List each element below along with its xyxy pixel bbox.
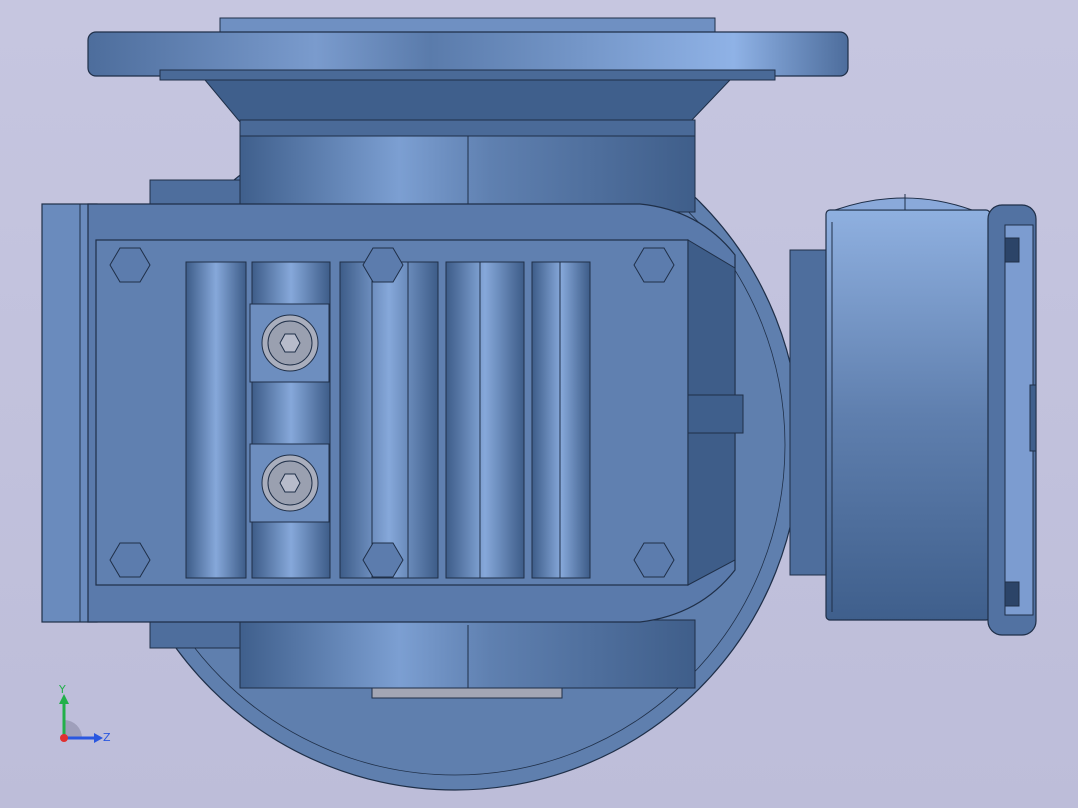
terminal-box-cap	[834, 197, 973, 211]
flange-neck	[203, 79, 732, 123]
flange-lip	[159, 69, 776, 81]
gearbox-model[interactable]	[0, 0, 1078, 808]
shaft-stub	[687, 394, 744, 434]
orientation-triad: Y Z	[40, 680, 130, 760]
motor-neck	[789, 249, 831, 576]
z-axis-label: Z	[103, 731, 111, 744]
y-axis-label: Y	[59, 683, 66, 696]
shaft-end	[371, 687, 563, 699]
terminal-box	[825, 209, 991, 621]
flange-plate	[87, 31, 849, 77]
bracket-left-lower	[149, 619, 241, 649]
axis-triad-icon	[59, 694, 103, 743]
cad-viewport[interactable]: Y Z	[0, 0, 1078, 808]
